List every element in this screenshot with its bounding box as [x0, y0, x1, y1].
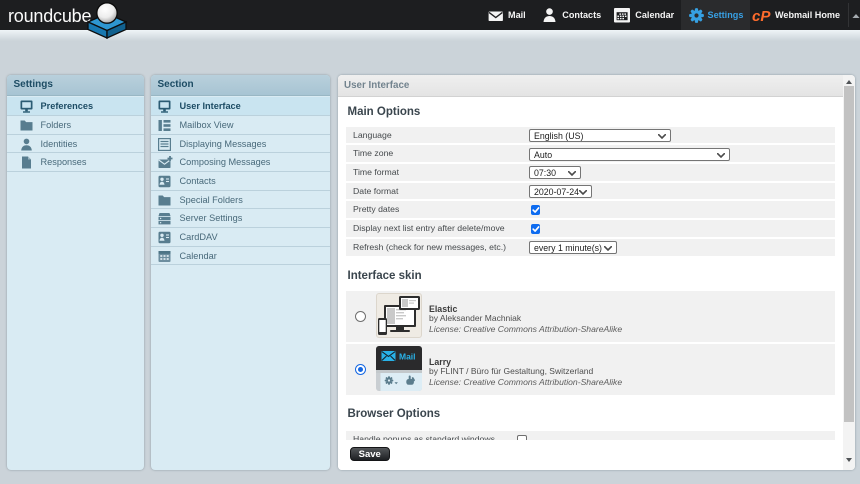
svg-text:cP: cP [752, 8, 771, 25]
svg-text:Mail: Mail [399, 352, 416, 362]
